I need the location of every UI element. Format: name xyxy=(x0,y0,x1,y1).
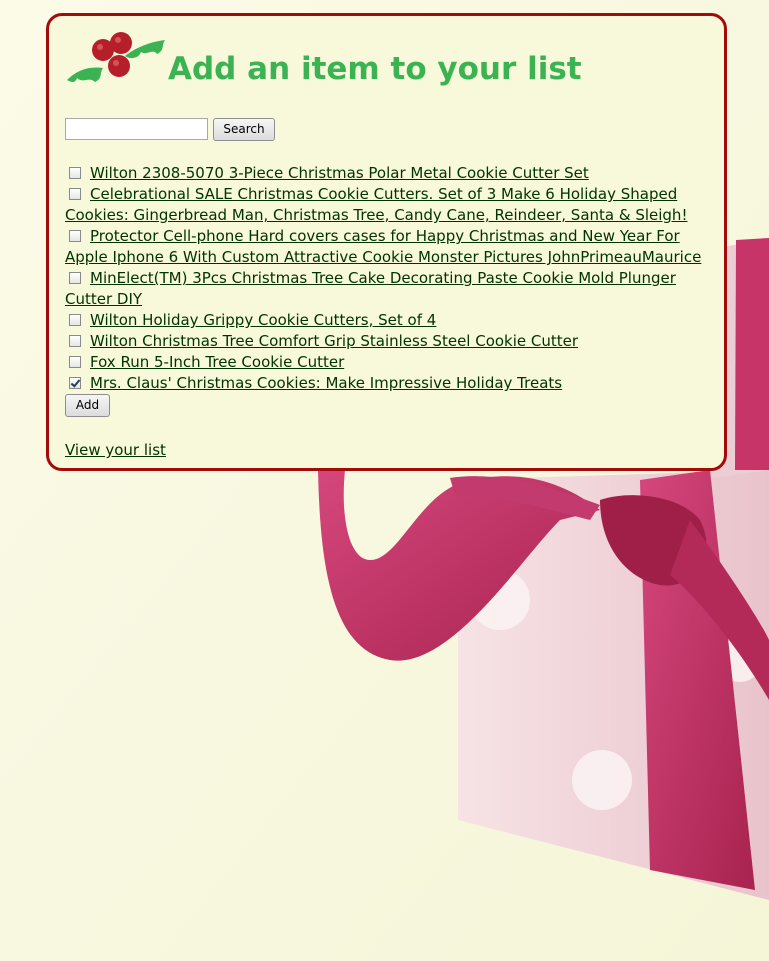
search-button[interactable]: Search xyxy=(213,118,275,141)
list-item: Wilton Christmas Tree Comfort Grip Stain… xyxy=(65,331,715,352)
panel-header: Add an item to your list xyxy=(65,30,705,100)
item-checkbox[interactable] xyxy=(69,188,81,200)
list-item: Mrs. Claus' Christmas Cookies: Make Impr… xyxy=(65,373,715,394)
item-link[interactable]: Fox Run 5-Inch Tree Cookie Cutter xyxy=(90,353,344,371)
search-input[interactable] xyxy=(65,118,208,140)
item-link[interactable]: Mrs. Claus' Christmas Cookies: Make Impr… xyxy=(90,374,562,392)
list-item: Fox Run 5-Inch Tree Cookie Cutter xyxy=(65,352,715,373)
item-link[interactable]: MinElect(TM) 3Pcs Christmas Tree Cake De… xyxy=(65,269,676,308)
list-item: Protector Cell-phone Hard covers cases f… xyxy=(65,226,715,268)
list-item: Celebrational SALE Christmas Cookie Cutt… xyxy=(65,184,715,226)
view-list-link[interactable]: View your list xyxy=(65,440,166,461)
item-link[interactable]: Wilton Holiday Grippy Cookie Cutters, Se… xyxy=(90,311,436,329)
page-title: Add an item to your list xyxy=(168,51,582,87)
list-item: MinElect(TM) 3Pcs Christmas Tree Cake De… xyxy=(65,268,715,310)
item-list: Wilton 2308-5070 3-Piece Christmas Polar… xyxy=(65,163,715,394)
item-checkbox[interactable] xyxy=(69,167,81,179)
add-button[interactable]: Add xyxy=(65,394,110,417)
list-item: Wilton 2308-5070 3-Piece Christmas Polar… xyxy=(65,163,715,184)
item-checkbox[interactable] xyxy=(69,314,81,326)
holly-icon xyxy=(67,32,165,82)
item-checkbox[interactable] xyxy=(69,356,81,368)
item-checkbox[interactable] xyxy=(69,377,81,389)
item-link[interactable]: Wilton Christmas Tree Comfort Grip Stain… xyxy=(90,332,578,350)
item-checkbox[interactable] xyxy=(69,272,81,284)
item-checkbox[interactable] xyxy=(69,230,81,242)
item-checkbox[interactable] xyxy=(69,335,81,347)
list-item: Wilton Holiday Grippy Cookie Cutters, Se… xyxy=(65,310,715,331)
item-link[interactable]: Wilton 2308-5070 3-Piece Christmas Polar… xyxy=(90,164,589,182)
add-item-panel: Add an item to your list Search Wilton 2… xyxy=(46,13,727,471)
item-link[interactable]: Protector Cell-phone Hard covers cases f… xyxy=(65,227,701,266)
item-link[interactable]: Celebrational SALE Christmas Cookie Cutt… xyxy=(65,185,687,224)
